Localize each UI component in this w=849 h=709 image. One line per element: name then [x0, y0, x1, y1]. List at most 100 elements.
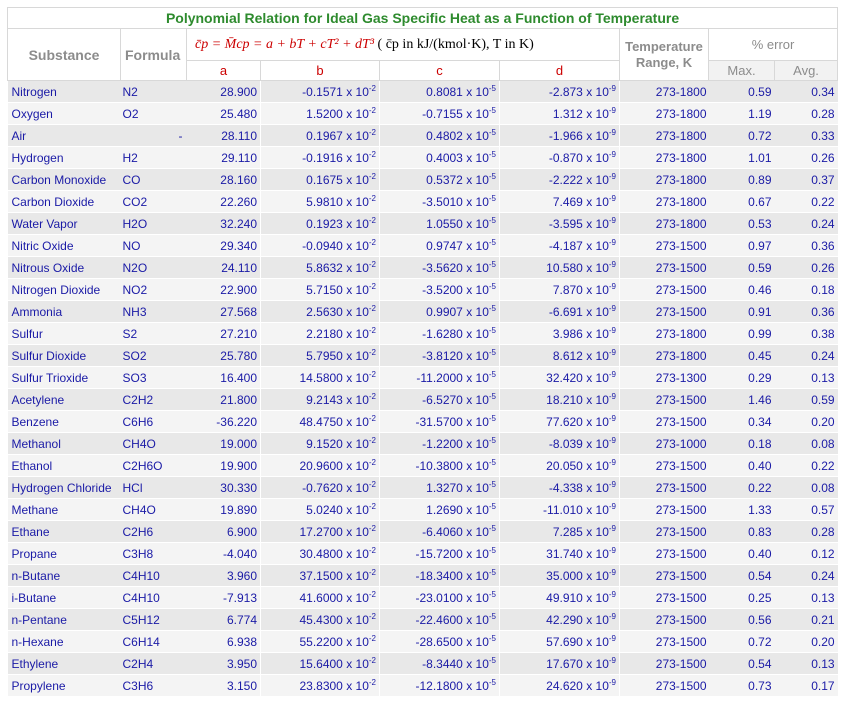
coef-c-value: -10.3800 x 10-5 [379, 454, 500, 477]
coef-d-value: 49.910 x 10-9 [499, 586, 620, 609]
error-avg-value: 0.28 [774, 102, 838, 125]
error-max-value: 0.59 [708, 256, 775, 279]
exponent: -9 [608, 325, 616, 335]
chemical-formula: NO2 [120, 278, 187, 301]
coef-a-value: 29.340 [186, 234, 261, 257]
table-row: Carbon Monoxide CO 28.160 0.1675 x 10-2 0.53… [7, 168, 838, 191]
substance-name: i-Butane [7, 586, 121, 609]
exponent: -9 [608, 259, 616, 269]
error-avg-value: 0.36 [774, 300, 838, 323]
coef-b-value: 0.1923 x 10-2 [260, 212, 380, 235]
error-max-value: 0.54 [708, 652, 775, 675]
mantissa: -31.5700 [415, 414, 463, 429]
mantissa: -4.338 [548, 480, 583, 495]
coef-c-value: -3.5200 x 10-5 [379, 278, 500, 301]
mantissa: -10.3800 [415, 458, 463, 473]
coef-d-value: -4.187 x 10-9 [499, 234, 620, 257]
exponent: -5 [488, 369, 496, 379]
coef-c-value: -8.3440 x 10-5 [379, 652, 500, 675]
temperature-range: 273-1800 [619, 322, 709, 345]
mantissa: -4.187 [548, 238, 583, 253]
exponent: -9 [608, 457, 616, 467]
error-avg-value: 0.12 [774, 542, 838, 565]
mantissa: 31.740 [546, 546, 583, 561]
temperature-range: 273-1500 [619, 586, 709, 609]
coef-b-value: 14.5800 x 10-2 [260, 366, 380, 389]
mantissa: -6.691 [548, 304, 583, 319]
substance-name: Air [7, 124, 121, 147]
temperature-range: 273-1800 [619, 102, 709, 125]
table-row: Sulfur Dioxide SO2 25.780 5.7950 x 10-2 -3.8… [7, 344, 838, 367]
mantissa: 5.0240 [306, 502, 343, 517]
mantissa: 5.7150 [306, 282, 343, 297]
coef-a-value: 21.800 [186, 388, 261, 411]
temperature-range: 273-1800 [619, 344, 709, 367]
mantissa: 0.4802 [426, 128, 463, 143]
mantissa: 2.5630 [306, 304, 343, 319]
exponent: -9 [608, 105, 616, 115]
coef-b-value: -0.1571 x 10-2 [260, 80, 380, 103]
table-row: Ethanol C2H6O 19.900 20.9600 x 10-2 -10.3800… [7, 454, 838, 477]
exponent: -5 [488, 347, 496, 357]
coef-c-value: -0.7155 x 10-5 [379, 102, 500, 125]
substance-name: Propane [7, 542, 121, 565]
mantissa: -2.873 [548, 84, 583, 99]
coef-c-value: 1.2690 x 10-5 [379, 498, 500, 521]
exponent: -2 [368, 127, 376, 137]
substance-name: Carbon Monoxide [7, 168, 121, 191]
mantissa: -18.3400 [415, 568, 463, 583]
error-avg-value: 0.59 [774, 388, 838, 411]
mantissa: 77.620 [546, 414, 583, 429]
mantissa: 1.2690 [426, 502, 463, 517]
exponent: -2 [368, 281, 376, 291]
mantissa: 9.2143 [306, 392, 343, 407]
mantissa: -22.4600 [415, 612, 463, 627]
exponent: -9 [608, 149, 616, 159]
coef-c-value: -6.4060 x 10-5 [379, 520, 500, 543]
exponent: -9 [608, 281, 616, 291]
chemical-formula: HCl [120, 476, 187, 499]
coef-a-value: -4.040 [186, 542, 261, 565]
error-avg-value: 0.24 [774, 212, 838, 235]
coef-a-header: a [186, 60, 261, 81]
table-row: Nitrous Oxide N2O 24.110 5.8632 x 10-2 -3.56… [7, 256, 838, 279]
mantissa: -0.1916 [302, 150, 343, 165]
coef-b-value: 37.1500 x 10-2 [260, 564, 380, 587]
temperature-range: 273-1500 [619, 674, 709, 697]
chemical-formula: C4H10 [120, 586, 187, 609]
substance-name: n-Hexane [7, 630, 121, 653]
coef-d-value: 7.870 x 10-9 [499, 278, 620, 301]
mantissa: 5.8632 [306, 260, 343, 275]
error-avg-value: 0.22 [774, 190, 838, 213]
exponent: -2 [368, 171, 376, 181]
exponent: -9 [608, 479, 616, 489]
mantissa: 0.1967 [306, 128, 343, 143]
substance-name: Nitric Oxide [7, 234, 121, 257]
error-max-value: 0.73 [708, 674, 775, 697]
table-row: n-Pentane C5H12 6.774 45.4300 x 10-2 -22.460… [7, 608, 838, 631]
coef-a-value: 3.950 [186, 652, 261, 675]
coef-d-value: -3.595 x 10-9 [499, 212, 620, 235]
coef-a-value: 29.110 [186, 146, 261, 169]
coef-d-value: 20.050 x 10-9 [499, 454, 620, 477]
mantissa: -12.1800 [415, 678, 463, 693]
mantissa: 5.7950 [306, 348, 343, 363]
mantissa: 8.612 [552, 348, 583, 363]
substance-name: Sulfur Dioxide [7, 344, 121, 367]
error-max-value: 0.91 [708, 300, 775, 323]
substance-name: n-Butane [7, 564, 121, 587]
exponent: -5 [488, 193, 496, 203]
coef-c-value: -28.6500 x 10-5 [379, 630, 500, 653]
substance-name: Propylene [7, 674, 121, 697]
error-avg-value: 0.36 [774, 234, 838, 257]
table-row: Methanol CH4O 19.000 9.1520 x 10-2 -1.2200 x… [7, 432, 838, 455]
mantissa: -23.0100 [415, 590, 463, 605]
chemical-formula: SO2 [120, 344, 187, 367]
coef-d-value: 7.285 x 10-9 [499, 520, 620, 543]
error-max-value: 0.97 [708, 234, 775, 257]
chemical-formula: C3H6 [120, 674, 187, 697]
substance-name: Hydrogen Chloride [7, 476, 121, 499]
mantissa: -1.6280 [422, 326, 463, 341]
coef-a-value: 19.890 [186, 498, 261, 521]
mantissa: 7.285 [552, 524, 583, 539]
